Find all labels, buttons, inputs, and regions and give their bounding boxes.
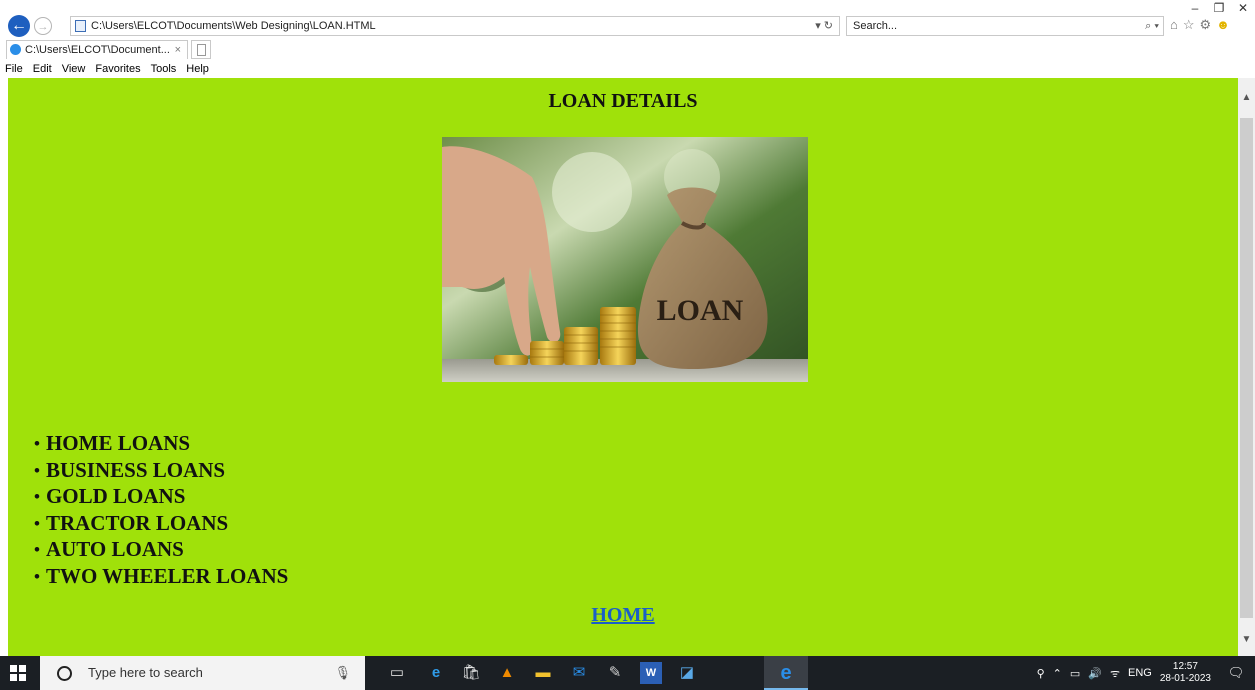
menu-file[interactable]: File (0, 61, 28, 78)
home-link[interactable]: HOME (591, 604, 654, 626)
taskbar-search-input[interactable]: Type here to search 🎙 (40, 656, 365, 690)
menu-favorites[interactable]: Favorites (90, 61, 145, 78)
notification-icon[interactable]: 🗨 (1227, 664, 1245, 682)
task-view-icon[interactable]: ▭ (386, 662, 408, 684)
browser-toolbar-icons: ⌂ ☆ ⚙ ☻ (1170, 17, 1230, 33)
search-placeholder: Search... (853, 20, 898, 32)
home-icon[interactable]: ⌂ (1170, 17, 1178, 33)
people-icon[interactable]: ⚲ (1037, 667, 1045, 680)
cortana-circle-icon (57, 666, 72, 681)
file-explorer-icon[interactable]: ▬ (532, 662, 554, 684)
menu-help[interactable]: Help (181, 61, 214, 78)
menu-view[interactable]: View (57, 61, 91, 78)
taskbar-search-placeholder: Type here to search (88, 665, 203, 680)
page-icon (75, 20, 86, 32)
mail-icon[interactable]: ✉ (568, 662, 590, 684)
volume-icon[interactable]: 🔊 (1088, 667, 1102, 680)
back-button[interactable]: ← (8, 15, 30, 37)
new-tab-button[interactable] (191, 40, 211, 59)
page-title: LOAN DETAILS (548, 90, 698, 112)
menu-tools[interactable]: Tools (146, 61, 182, 78)
scroll-up-icon[interactable]: ▲ (1238, 92, 1255, 106)
list-item: AUTO LOANS (34, 537, 288, 564)
tab-close-icon[interactable]: × (175, 41, 181, 59)
clock[interactable]: 12:57 28-01-2023 (1160, 661, 1211, 685)
refresh-icon[interactable]: ▾ ↻ (815, 17, 833, 35)
search-icon[interactable]: ⌕ ▾ (1145, 17, 1159, 35)
loan-image: LOAN (442, 137, 808, 382)
tab-loan-page[interactable]: C:\Users\ELCOT\Document... × (6, 40, 188, 59)
loan-image-label: LOAN (657, 294, 744, 327)
menu-bar: File Edit View Favorites Tools Help (0, 61, 1255, 78)
taskbar-ie-active[interactable]: e (764, 656, 808, 690)
list-item: BUSINESS LOANS (34, 458, 288, 485)
forward-button[interactable]: → (34, 17, 52, 35)
arrow-left-icon: ← (11, 17, 27, 34)
paint-icon[interactable]: ✎ (604, 662, 626, 684)
clock-date: 28-01-2023 (1159, 673, 1211, 684)
list-item: TRACTOR LOANS (34, 511, 288, 538)
ie-favicon-icon (10, 44, 21, 55)
windows-start-icon[interactable] (10, 665, 26, 681)
scroll-down-icon[interactable]: ▼ (1238, 634, 1255, 648)
clock-time: 12:57 (1172, 661, 1198, 672)
new-tab-icon (197, 44, 206, 56)
wifi-icon[interactable]: ᯤ (1110, 666, 1120, 681)
tab-title: C:\Users\ELCOT\Document... (25, 44, 170, 56)
home-link-container: HOME (8, 604, 1238, 627)
search-input[interactable]: Search... ⌕ ▾ (846, 16, 1164, 36)
url-field[interactable]: C:\Users\ELCOT\Documents\Web Designing\L… (70, 16, 840, 36)
store-icon[interactable]: 🛍 (460, 662, 482, 684)
vlc-icon[interactable]: ▲ (496, 662, 518, 684)
feedback-smiley-icon[interactable]: ☻ (1216, 17, 1230, 33)
arrow-right-icon: → (37, 21, 49, 33)
word-icon[interactable]: W (640, 662, 662, 684)
list-item: GOLD LOANS (34, 484, 288, 511)
list-item: TWO WHEELER LOANS (34, 564, 288, 591)
address-bar: ← → C:\Users\ELCOT\Documents\Web Designi… (0, 14, 1255, 38)
url-text: C:\Users\ELCOT\Documents\Web Designing\L… (91, 20, 376, 32)
taskbar: Type here to search 🎙 ▭ e 🛍 ▲ ▬ ✉ ✎ W ◪ … (0, 656, 1255, 690)
scrollbar-thumb[interactable] (1240, 118, 1253, 618)
loan-types-list: HOME LOANS BUSINESS LOANS GOLD LOANS TRA… (34, 431, 288, 590)
system-tray: ⚲ ⌃ ▭ 🔊 ᯤ ENG 12:57 28-01-2023 (1037, 656, 1211, 690)
internet-explorer-icon: e (780, 662, 792, 684)
favorites-star-icon[interactable]: ☆ (1183, 17, 1195, 33)
gear-icon[interactable]: ⚙ (1200, 17, 1212, 33)
battery-icon[interactable]: ▭ (1070, 667, 1080, 680)
microphone-icon[interactable]: 🎙 (334, 656, 351, 690)
menu-edit[interactable]: Edit (28, 61, 57, 78)
page-content: LOAN DETAILS LOAN • HOME LOANS • BUSINES… (8, 78, 1238, 656)
notepad-icon[interactable]: ◪ (676, 662, 698, 684)
tab-bar: C:\Users\ELCOT\Document... × (0, 40, 1255, 60)
chevron-up-icon[interactable]: ⌃ (1053, 667, 1062, 680)
scrollbar[interactable]: ▲ ▼ (1238, 78, 1255, 656)
edge-browser-icon[interactable]: e (425, 662, 447, 684)
language-indicator[interactable]: ENG (1128, 667, 1152, 679)
list-item: HOME LOANS (34, 431, 288, 458)
